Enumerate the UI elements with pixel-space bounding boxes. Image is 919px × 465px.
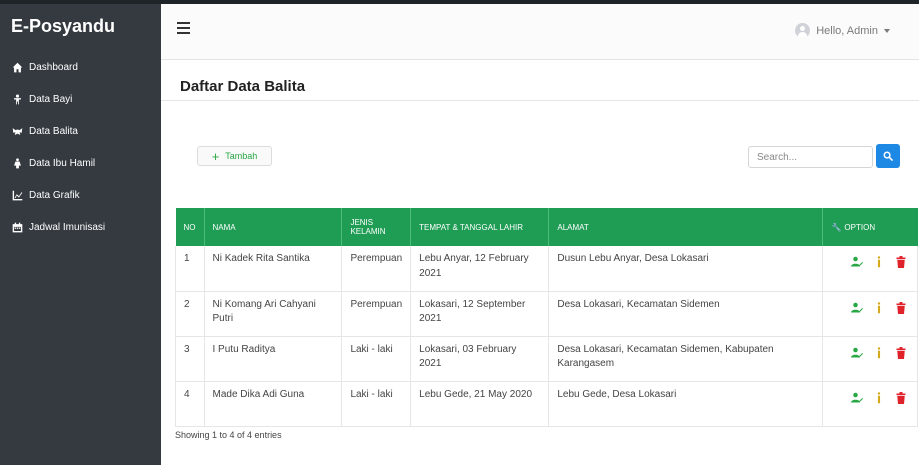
home-icon (12, 62, 23, 72)
baby-icon (14, 93, 21, 104)
calendar-icon (12, 222, 23, 232)
cell-jenis-kelamin: Perempuan (341, 291, 412, 337)
sidebar-item-data-balita[interactable]: Data Balita (12, 122, 105, 140)
sidebar-item-data-ibu-hamil[interactable]: Data Ibu Hamil (12, 154, 105, 172)
top-header: Hello, Admin (161, 4, 919, 60)
search-icon (883, 151, 893, 161)
user-menu[interactable]: Hello, Admin (795, 23, 890, 38)
cell-jenis-kelamin: Perempuan (341, 246, 412, 292)
edit-user-icon[interactable] (851, 347, 863, 359)
info-icon[interactable] (873, 301, 885, 314)
sidebar-item-jadwal-imunisasi[interactable]: Jadwal Imunisasi (12, 218, 105, 236)
cell-alamat: Desa Lokasari, Kecamatan Sidemen (548, 291, 824, 337)
sidebar-item-data-grafik[interactable]: Data Grafik (12, 186, 105, 204)
cell-no: 1 (175, 246, 205, 292)
chart-icon (12, 190, 23, 200)
search-button[interactable] (876, 144, 900, 168)
cell-option (822, 291, 918, 337)
table-row: 1 Ni Kadek Rita Santika Perempuan Lebu Anya… (175, 246, 918, 292)
table-header-row: NO NAMA JENIS KELAMIN TEMPAT & TANGGAL L… (175, 208, 918, 246)
add-button-label: Tambah (225, 151, 258, 161)
row-actions (831, 298, 909, 314)
balita-table: NO NAMA JENIS KELAMIN TEMPAT & TANGGAL L… (175, 208, 918, 427)
chevron-down-icon (884, 28, 890, 33)
sidebar-item-label: Data Grafik (29, 189, 80, 201)
menu-toggle-icon[interactable] (177, 22, 190, 34)
entries-info: Showing 1 to 4 of 4 entries (175, 430, 282, 440)
search-input[interactable] (748, 146, 873, 168)
column-header-option-label: OPTION (844, 222, 876, 232)
table-row: 3I Putu Raditya Laki - laki Lokasari, 03 F… (175, 336, 918, 382)
sidebar-item-label: Data Ibu Hamil (29, 157, 96, 169)
cell-jenis-kelamin: Laki - laki (341, 336, 412, 382)
cell-no: 2 (175, 291, 205, 337)
avatar (795, 23, 811, 38)
delete-icon[interactable] (895, 256, 907, 268)
table-row: 2 Ni Komang Ari Cahyani Putri Perempuan Lok… (175, 291, 918, 337)
cell-option (822, 381, 918, 427)
cell-no: 4 (175, 381, 205, 427)
cell-option (822, 336, 918, 382)
info-icon[interactable] (873, 256, 885, 268)
user-greeting: Hello, Admin (816, 24, 878, 37)
cell-ttl: Lokasari, 03 February 2021 (410, 336, 550, 382)
page-title: Daftar Data Balita (180, 78, 306, 95)
female-icon (14, 157, 21, 168)
table-row: 4 Made Dika Adi Guna Laki - laki Lebu Gede,… (175, 381, 918, 427)
add-button[interactable]: + Tambah (197, 146, 272, 166)
edit-user-icon[interactable] (851, 256, 863, 268)
cell-alamat: Dusun Lebu Anyar, Desa Lokasari (548, 246, 824, 292)
brand-logo[interactable]: E-Posyandu (11, 16, 115, 37)
cell-option (822, 246, 918, 292)
delete-icon[interactable] (895, 301, 907, 314)
edit-user-icon[interactable] (851, 392, 863, 404)
title-divider (161, 100, 919, 101)
info-icon[interactable] (873, 346, 885, 359)
app-root: E-Posyandu Dashboard Data Bayi Data Bali… (0, 0, 919, 465)
row-actions (831, 388, 909, 404)
sidebar-item-data-bayi[interactable]: Data Bayi (12, 90, 105, 108)
row-actions (831, 252, 909, 268)
cell-ttl: Lebu Anyar, 12 February 2021 (410, 246, 550, 292)
cell-nama: Ni Komang Ari Cahyani Putri (204, 291, 343, 337)
wrench-icon: 🔧 (831, 222, 842, 232)
sidebar: E-Posyandu Dashboard Data Bayi Data Bali… (0, 4, 161, 465)
sidebar-item-label: Dashboard (29, 61, 78, 73)
cell-ttl: Lokasari, 12 September 2021 (410, 291, 550, 337)
column-header-jenis-kelamin[interactable]: JENIS KELAMIN (341, 208, 412, 246)
cell-nama: Ni Kadek Rita Santika (204, 246, 343, 292)
sidebar-item-label: Jadwal Imunisasi (29, 221, 106, 233)
column-header-alamat[interactable]: ALAMAT (548, 208, 824, 246)
cell-alamat: Desa Lokasari, Kecamatan Sidemen, Kabupa… (548, 336, 824, 382)
delete-icon[interactable] (895, 346, 907, 359)
child-icon (12, 127, 23, 135)
cell-no: 3 (175, 336, 205, 382)
cell-nama: I Putu Raditya (204, 336, 343, 382)
cell-ttl: Lebu Gede, 21 May 2020 (410, 381, 550, 427)
delete-icon[interactable] (895, 391, 907, 404)
sidebar-item-label: Data Balita (29, 125, 78, 137)
row-actions (831, 343, 909, 359)
column-header-no[interactable]: NO (175, 208, 205, 246)
sidebar-item-label: Data Bayi (29, 93, 73, 105)
sidebar-item-dashboard[interactable]: Dashboard (12, 58, 105, 76)
cell-alamat: Lebu Gede, Desa Lokasari (548, 381, 824, 427)
sidebar-menu: Dashboard Data Bayi Data Balita Data Ibu… (12, 58, 105, 250)
plus-icon: + (211, 148, 220, 164)
column-header-option: 🔧 OPTION (822, 208, 918, 246)
column-header-nama[interactable]: NAMA (204, 208, 343, 246)
column-header-ttl[interactable]: TEMPAT & TANGGAL LAHIR (410, 208, 550, 246)
cell-nama: Made Dika Adi Guna (204, 381, 343, 427)
cell-jenis-kelamin: Laki - laki (341, 381, 412, 427)
edit-user-icon[interactable] (851, 302, 863, 314)
info-icon[interactable] (873, 391, 885, 404)
